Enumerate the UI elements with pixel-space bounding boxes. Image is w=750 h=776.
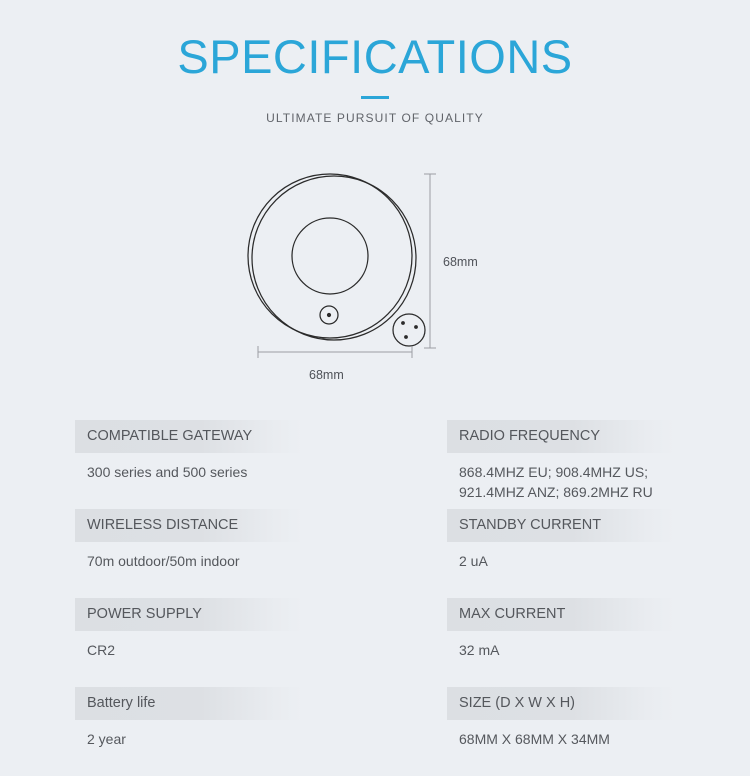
spec-value: 868.4MHZ EU; 908.4MHZ US; 921.4MHZ ANZ; … (459, 464, 653, 500)
page-header: SPECIFICATIONS ULTIMATE PURSUIT OF QUALI… (0, 0, 750, 125)
spec-label: SIZE (D X W X H) (447, 687, 675, 720)
page-title: SPECIFICATIONS (177, 30, 573, 83)
mount-cap-dot-1 (401, 321, 405, 325)
product-dimension-drawing: 68mm 68mm (247, 173, 478, 382)
spec-value: 2 uA (459, 553, 488, 569)
width-dimension-line (257, 346, 413, 358)
spec-item-standby-current: STANDBY CURRENT 2 uA (447, 509, 675, 598)
spec-label: MAX CURRENT (447, 598, 675, 631)
spec-item-wireless-distance: WIRELESS DISTANCE 70m outdoor/50m indoor (75, 509, 303, 598)
product-diagram: 68mm 68mm (0, 160, 750, 405)
device-mount-cap (392, 313, 426, 347)
specifications-grid: COMPATIBLE GATEWAY 300 series and 500 se… (75, 420, 675, 776)
spec-value: 2 year (87, 731, 126, 747)
spec-item-power-supply: POWER SUPPLY CR2 (75, 598, 303, 687)
spec-label: POWER SUPPLY (75, 598, 303, 631)
spec-value: 68MM X 68MM X 34MM (459, 731, 610, 747)
spec-item-battery-life: Battery life 2 year (75, 687, 303, 776)
spec-label: COMPATIBLE GATEWAY (75, 420, 303, 453)
spec-label: STANDBY CURRENT (447, 509, 675, 542)
specs-left-column: COMPATIBLE GATEWAY 300 series and 500 se… (75, 420, 303, 776)
device-led-center-dot (326, 312, 332, 318)
spec-value: 32 mA (459, 642, 500, 658)
spec-item-size: SIZE (D X W X H) 68MM X 68MM X 34MM (447, 687, 675, 776)
spec-label: RADIO FREQUENCY (447, 420, 675, 453)
width-dimension-label: 68mm (309, 368, 344, 382)
spec-value: 70m outdoor/50m indoor (87, 553, 240, 569)
device-inner-circle (291, 217, 369, 295)
height-dimension-label: 68mm (443, 255, 478, 269)
spec-item-compatible-gateway: COMPATIBLE GATEWAY 300 series and 500 se… (75, 420, 303, 509)
specs-right-column: RADIO FREQUENCY 868.4MHZ EU; 908.4MHZ US… (447, 420, 675, 776)
spec-label: Battery life (75, 687, 303, 720)
spec-value: 300 series and 500 series (87, 464, 248, 480)
device-body-side-arc (251, 175, 417, 341)
height-dimension-line (424, 173, 436, 349)
spec-item-max-current: MAX CURRENT 32 mA (447, 598, 675, 687)
mount-cap-dot-2 (414, 325, 418, 329)
spec-label: WIRELESS DISTANCE (75, 509, 303, 542)
mount-cap-dot-3 (404, 335, 408, 339)
page-subtitle: ULTIMATE PURSUIT OF QUALITY (266, 111, 484, 125)
spec-value: CR2 (87, 642, 116, 658)
title-underline-rule (361, 96, 389, 99)
spec-item-radio-frequency: RADIO FREQUENCY 868.4MHZ EU; 908.4MHZ US… (447, 420, 675, 509)
